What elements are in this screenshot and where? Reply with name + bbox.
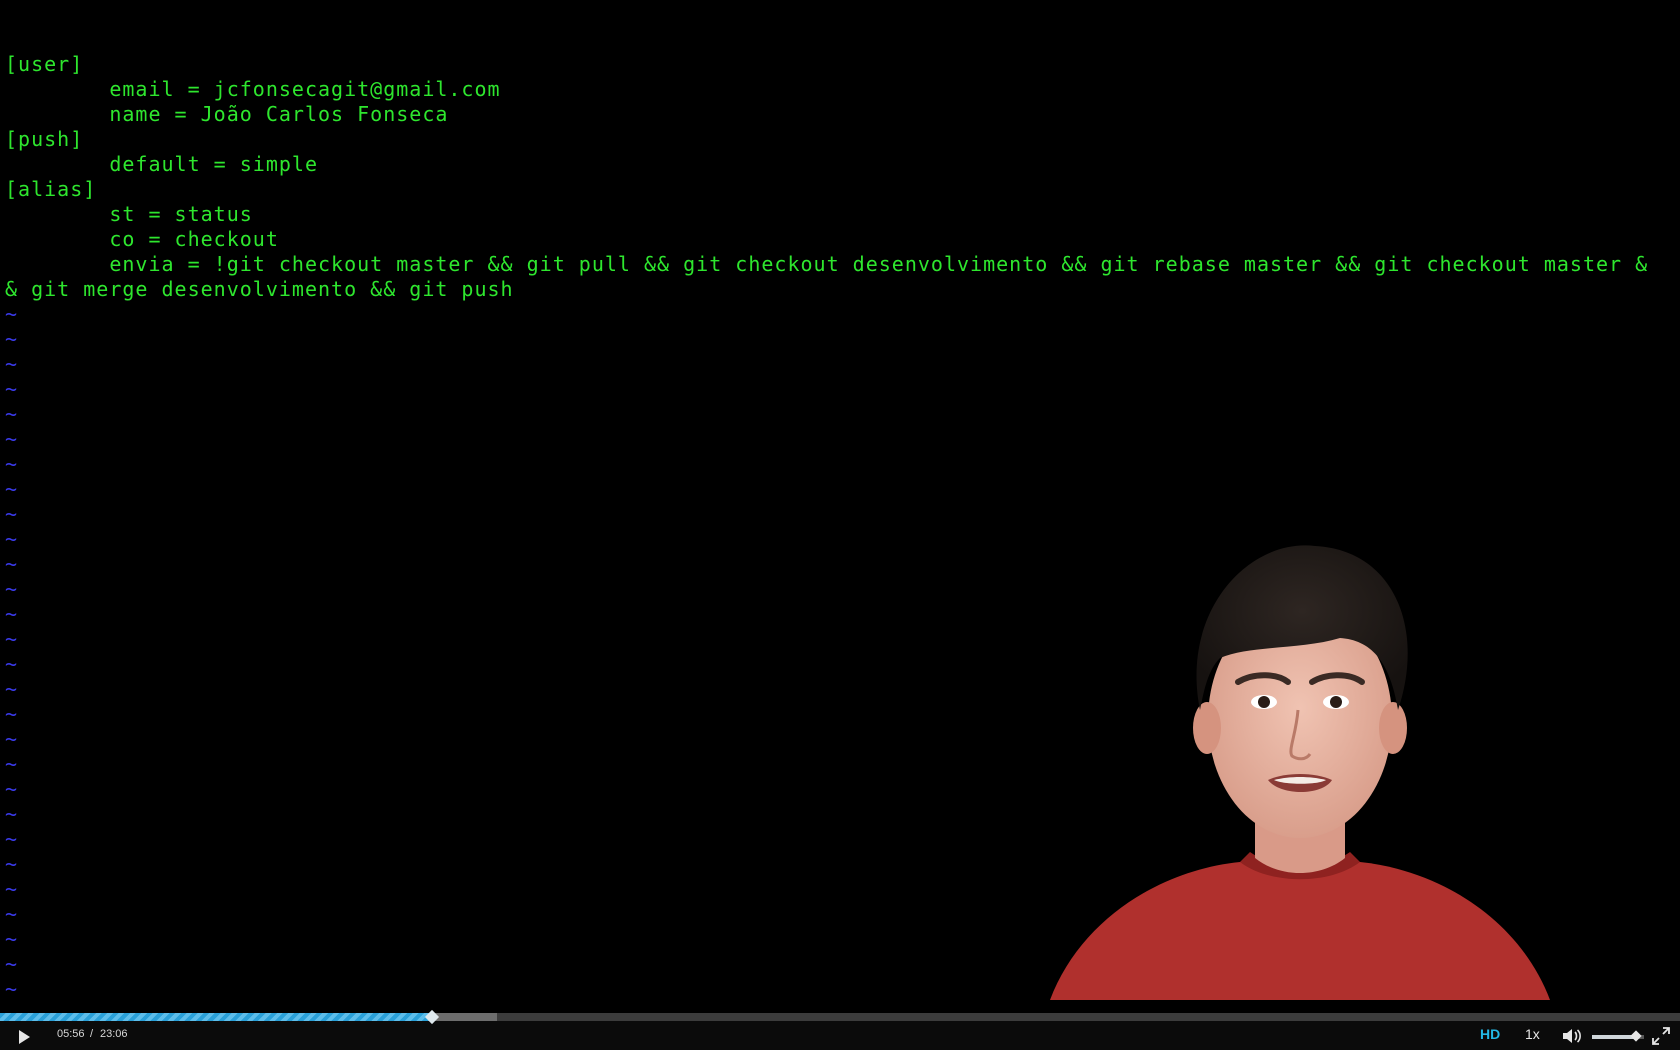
- progress-bar[interactable]: [0, 1009, 1680, 1025]
- config-line: st = status: [5, 202, 253, 226]
- config-line: [user]: [5, 52, 84, 76]
- presenter-webcam-image: [1050, 545, 1550, 1000]
- volume-icon[interactable]: [1562, 1027, 1582, 1045]
- config-line: co = checkout: [5, 227, 279, 251]
- config-line: [push]: [5, 127, 84, 151]
- playback-speed-button[interactable]: 1x: [1525, 1026, 1540, 1042]
- tilde-marker: ~: [5, 427, 19, 451]
- tilde-marker: ~: [5, 327, 19, 351]
- config-line: & git merge desenvolvimento && git push: [5, 277, 514, 301]
- tilde-marker: ~: [5, 502, 19, 526]
- tilde-marker: ~: [5, 302, 19, 326]
- config-line: name = João Carlos Fonseca: [5, 102, 449, 126]
- tilde-marker: ~: [5, 402, 19, 426]
- duration: 23:06: [100, 1028, 128, 1040]
- tilde-marker: ~: [5, 452, 19, 476]
- config-line: [alias]: [5, 177, 97, 201]
- play-icon[interactable]: [14, 1027, 34, 1047]
- fullscreen-icon[interactable]: [1652, 1027, 1670, 1045]
- video-frame[interactable]: [user] email = jcfonsecagit@gmail.com na…: [0, 0, 1680, 1013]
- tilde-marker: ~: [5, 352, 19, 376]
- volume-slider[interactable]: [1592, 1030, 1644, 1042]
- tilde-marker: ~: [5, 377, 19, 401]
- config-line: envia = !git checkout master && git pull…: [5, 252, 1649, 276]
- current-time: 05:56: [57, 1028, 85, 1040]
- hd-quality-button[interactable]: HD: [1480, 1026, 1500, 1042]
- video-controls-bar: 05:56 / 23:06 HD 1x: [0, 1009, 1680, 1050]
- volume-handle[interactable]: [1630, 1030, 1642, 1042]
- config-line: email = jcfonsecagit@gmail.com: [5, 77, 501, 101]
- time-separator: /: [90, 1028, 94, 1040]
- progress-played: [0, 1013, 432, 1021]
- tilde-marker: ~: [5, 477, 19, 501]
- config-line: default = simple: [5, 152, 318, 176]
